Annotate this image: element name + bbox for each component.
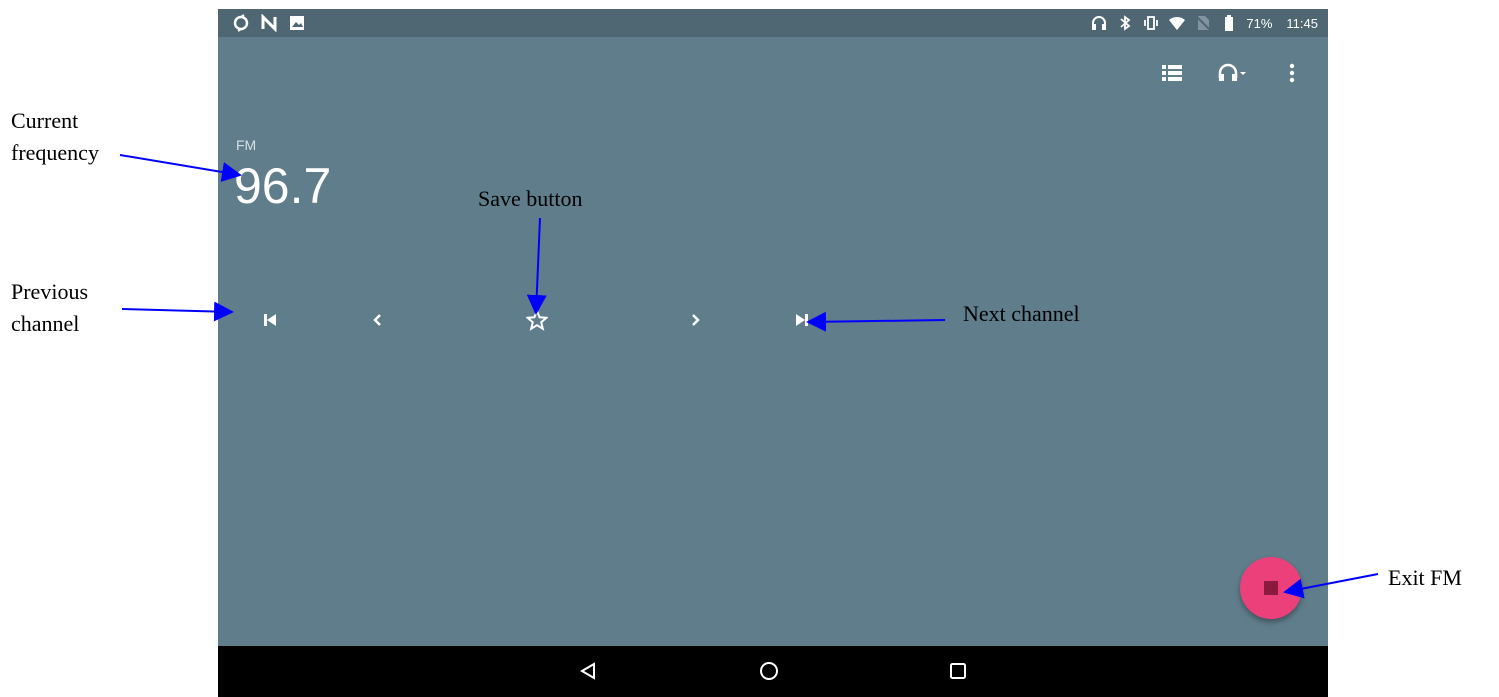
tuning-controls (218, 305, 1328, 335)
tune-up-button[interactable] (681, 305, 711, 335)
previous-channel-button[interactable] (255, 305, 285, 335)
headphones-icon (1092, 16, 1107, 30)
headphones-output-icon (1218, 63, 1246, 81)
tune-down-button[interactable] (362, 305, 392, 335)
annotation-previous-channel: Previous channel (11, 279, 88, 336)
home-button[interactable] (754, 656, 784, 686)
annotation-current-frequency: Current frequency (11, 108, 99, 165)
annotation-next-channel: Next channel (963, 301, 1080, 326)
back-icon (580, 662, 595, 680)
star-outline-icon (526, 309, 548, 331)
save-button[interactable] (522, 305, 552, 335)
current-frequency: 96.7 (234, 158, 332, 214)
no-sim-icon (1196, 16, 1211, 30)
back-button[interactable] (573, 656, 603, 686)
arrow-previous-channel (121, 301, 234, 322)
status-time: 11:45 (1286, 15, 1318, 31)
recents-button[interactable] (943, 656, 973, 686)
chevron-right-icon (692, 314, 700, 326)
exit-fm-button[interactable] (1240, 557, 1302, 619)
annotation-save-button: Save button (478, 186, 583, 211)
toolbar-actions (1158, 59, 1306, 87)
next-channel-button[interactable] (787, 305, 817, 335)
annotation-exit-fm: Exit FM (1388, 565, 1462, 590)
station-list-button[interactable] (1158, 59, 1186, 87)
vibrate-icon (1144, 16, 1159, 30)
band-label: FM (236, 137, 257, 153)
station-list-icon (1162, 65, 1182, 81)
skip-previous-icon (264, 314, 276, 326)
stop-icon (1264, 581, 1278, 595)
chevron-left-icon (373, 314, 381, 326)
recents-icon (950, 663, 966, 679)
bluetooth-icon (1120, 15, 1131, 31)
home-icon (760, 662, 778, 680)
more-options-button[interactable] (1278, 59, 1306, 87)
battery-icon (1225, 15, 1234, 31)
more-options-icon (1289, 63, 1295, 83)
navigation-bar (218, 646, 1328, 697)
status-bar: 71% 11:45 (218, 9, 1328, 37)
n-icon (261, 14, 277, 32)
device-screen: 71% 11:45 FM 96.7 (218, 9, 1328, 697)
skip-next-icon (796, 314, 808, 326)
audio-output-button[interactable] (1218, 59, 1246, 87)
sync-icon (233, 14, 249, 32)
image-icon (290, 16, 304, 30)
wifi-icon (1169, 16, 1186, 30)
battery-percent: 71% (1246, 15, 1273, 31)
